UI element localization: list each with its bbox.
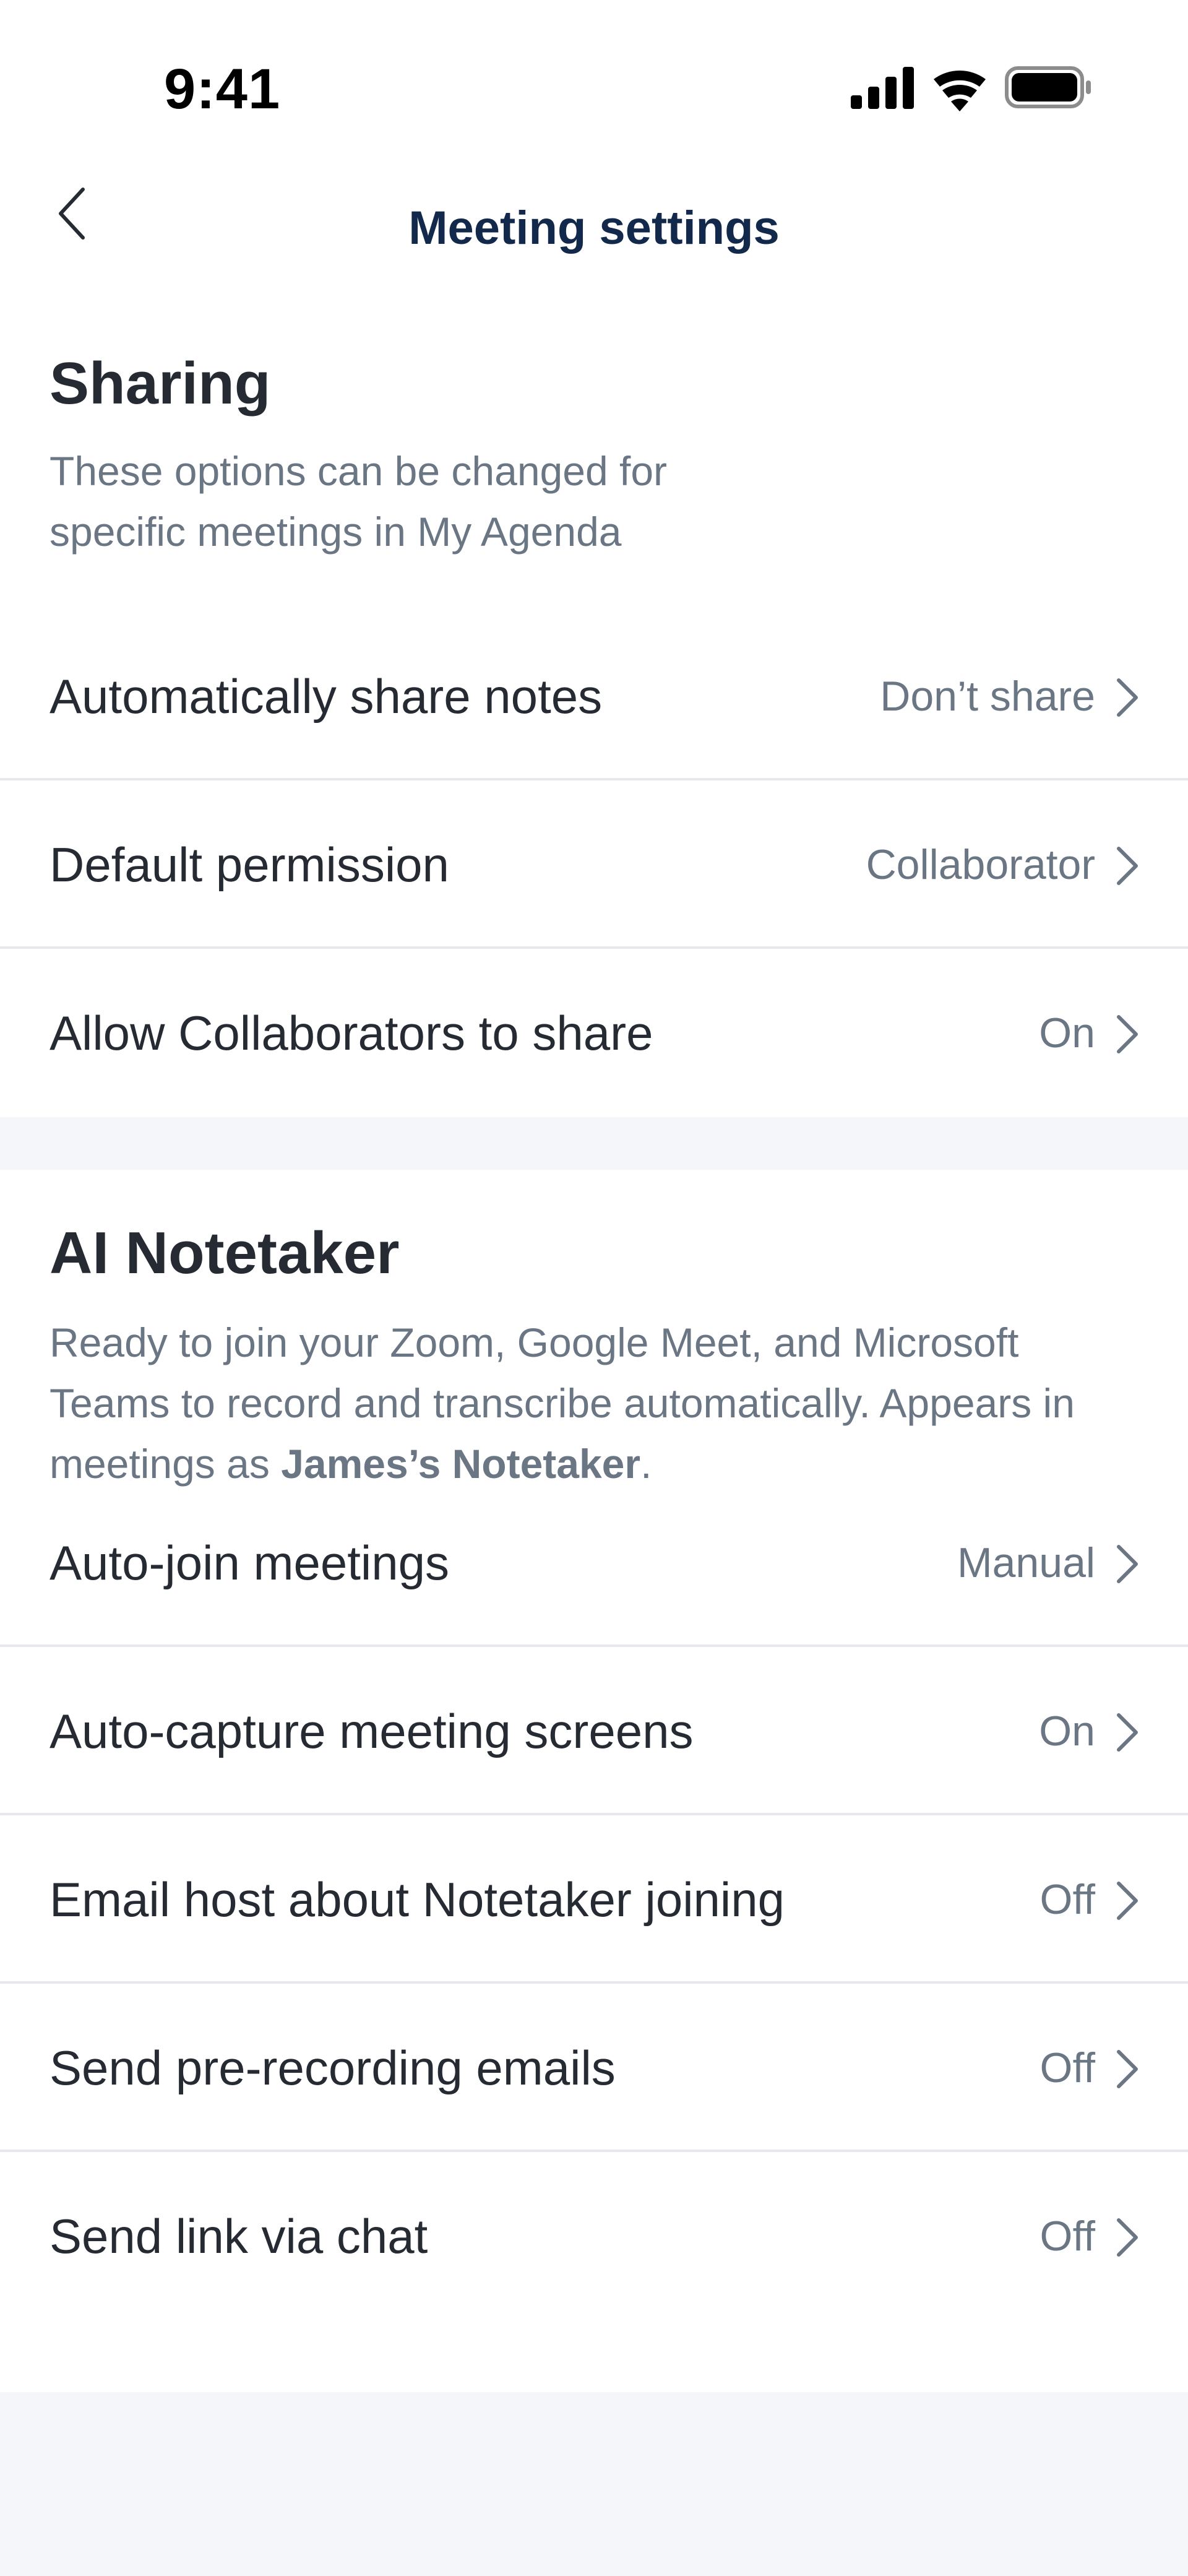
setting-label: Email host about Notetaker joining	[50, 1872, 785, 1927]
header: Meeting settings	[0, 142, 1188, 309]
section-title-sharing: Sharing	[50, 350, 271, 417]
status-bar: 9:41	[0, 0, 1188, 142]
setting-value: Collaborator	[866, 841, 1095, 888]
setting-value: Off	[1040, 2213, 1095, 2260]
chevron-right-icon	[1117, 1882, 1138, 1920]
chevron-right-icon	[1117, 1713, 1138, 1752]
setting-value: On	[1039, 1009, 1095, 1057]
cellular-signal-icon	[851, 67, 914, 109]
status-time: 9:41	[164, 58, 281, 121]
setting-label: Send pre-recording emails	[50, 2041, 616, 2095]
sharing-section: Sharing These options can be changed for…	[0, 309, 1188, 1117]
setting-row-auto-join-meetings[interactable]: Auto-join meetings Manual	[0, 1479, 1188, 1647]
ai-notetaker-section: AI Notetaker Ready to join your Zoom, Go…	[0, 1170, 1188, 2392]
wifi-icon	[934, 71, 986, 111]
section-description-ai-notetaker: Ready to join your Zoom, Google Meet, an…	[50, 1312, 1126, 1494]
screen: 9:41 Meeting settings Sharing These opti…	[0, 0, 1188, 2576]
setting-label: Auto-capture meeting screens	[50, 1704, 694, 1758]
chevron-right-icon	[1117, 1545, 1138, 1583]
setting-row-allow-collaborators-to-share[interactable]: Allow Collaborators to share On	[0, 949, 1188, 1117]
battery-icon	[1005, 66, 1091, 108]
setting-label: Auto-join meetings	[50, 1536, 450, 1590]
setting-value: Manual	[957, 1539, 1095, 1586]
setting-row-send-link-via-chat[interactable]: Send link via chat Off	[0, 2152, 1188, 2320]
setting-label: Send link via chat	[50, 2209, 428, 2263]
status-icons	[851, 66, 1091, 111]
setting-label: Automatically share notes	[50, 669, 603, 724]
setting-label: Default permission	[50, 837, 449, 892]
setting-value: Off	[1040, 2044, 1095, 2091]
setting-value: On	[1039, 1708, 1095, 1755]
setting-row-send-pre-recording-emails[interactable]: Send pre-recording emails Off	[0, 1984, 1188, 2152]
setting-value: Don’t share	[880, 673, 1095, 720]
setting-row-automatically-share-notes[interactable]: Automatically share notes Don’t share	[0, 612, 1188, 780]
section-description-sharing: These options can be changed for specifi…	[50, 448, 668, 555]
chevron-right-icon	[1117, 1015, 1138, 1053]
setting-row-email-host-about-notetaker-joining[interactable]: Email host about Notetaker joining Off	[0, 1815, 1188, 1984]
setting-value: Off	[1040, 1876, 1095, 1923]
section-title-ai-notetaker: AI Notetaker	[50, 1220, 400, 1286]
setting-row-default-permission[interactable]: Default permission Collaborator	[0, 780, 1188, 949]
chevron-right-icon	[1117, 2218, 1138, 2257]
chevron-right-icon	[1117, 847, 1138, 885]
setting-label: Allow Collaborators to share	[50, 1006, 653, 1060]
chevron-right-icon	[1117, 678, 1138, 717]
setting-row-auto-capture-meeting-screens[interactable]: Auto-capture meeting screens On	[0, 1647, 1188, 1815]
chevron-right-icon	[1117, 2050, 1138, 2088]
page-title: Meeting settings	[408, 202, 780, 254]
